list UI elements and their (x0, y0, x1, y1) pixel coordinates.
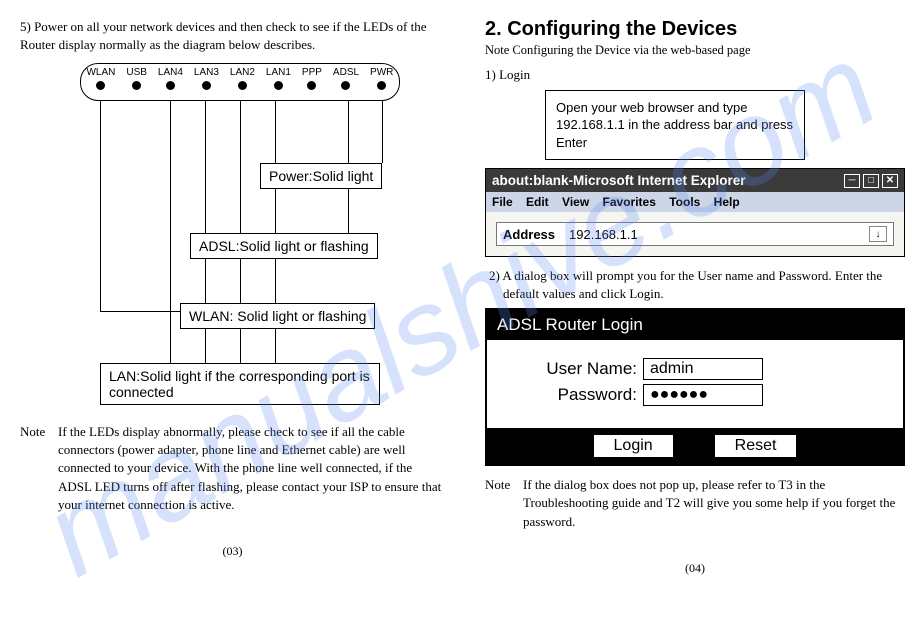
led-lan1: LAN1 (266, 67, 291, 90)
login-dialog: ADSL Router Login User Name: admin Passw… (485, 308, 905, 466)
led-pwr: PWR (370, 67, 393, 90)
led-lan3: LAN3 (194, 67, 219, 90)
note-text: If the LEDs display abnormally, please c… (58, 423, 445, 514)
browser-window: about:blank-Microsoft Internet Explorer … (485, 168, 905, 257)
led-wlan: WLAN (86, 67, 115, 90)
page-number-right: (04) (485, 561, 905, 576)
section-subnote: Note Configuring the Device via the web-… (485, 43, 905, 58)
login-title: ADSL Router Login (487, 310, 903, 340)
page-number-left: (03) (20, 544, 445, 559)
step-1-login: 1) Login (485, 66, 905, 84)
led-lan4: LAN4 (158, 67, 183, 90)
address-bar[interactable]: Address 192.168.1.1 ↓ (496, 222, 894, 246)
right-note: Note If the dialog box does not pop up, … (485, 476, 905, 531)
menu-view[interactable]: View (562, 195, 589, 209)
note-text: If the dialog box does not pop up, pleas… (523, 476, 905, 531)
reset-button[interactable]: Reset (714, 434, 798, 458)
section-heading: 2. Configuring the Devices (485, 18, 905, 41)
username-label: User Name: (507, 359, 637, 379)
close-icon[interactable]: ✕ (882, 174, 898, 188)
led-strip: WLAN USB LAN4 LAN3 LAN2 LAN1 PPP ADSL PW… (80, 63, 400, 101)
menu-file[interactable]: File (492, 195, 513, 209)
browser-title-text: about:blank-Microsoft Internet Explorer (492, 173, 746, 188)
callout-adsl: ADSL:Solid light or flashing (190, 233, 378, 259)
password-field[interactable]: ●●●●●● (643, 384, 763, 406)
led-diagram: WLAN USB LAN4 LAN3 LAN2 LAN1 PPP ADSL PW… (60, 63, 420, 403)
led-adsl: ADSL (333, 67, 359, 90)
maximize-icon[interactable]: □ (863, 174, 879, 188)
page-left: 5) Power on all your network devices and… (0, 0, 455, 619)
browser-menubar: File Edit View Favorites Tools Help (486, 192, 904, 212)
led-lan2: LAN2 (230, 67, 255, 90)
browser-address-area: Address 192.168.1.1 ↓ (486, 212, 904, 256)
callout-lan: LAN:Solid light if the corresponding por… (100, 363, 380, 405)
led-ppp: PPP (302, 67, 322, 90)
step-2-dialog: 2) A dialog box will prompt you for the … (499, 267, 905, 302)
go-icon[interactable]: ↓ (869, 226, 887, 242)
callout-wlan: WLAN: Solid light or flashing (180, 303, 375, 329)
address-value: 192.168.1.1 (569, 227, 638, 242)
password-label: Password: (507, 385, 637, 405)
instruction-box: Open your web browser and type 192.168.1… (545, 90, 805, 161)
note-label: Note (20, 423, 58, 514)
page-right: 2. Configuring the Devices Note Configur… (465, 0, 919, 619)
left-note: Note If the LEDs display abnormally, ple… (20, 423, 445, 514)
username-field[interactable]: admin (643, 358, 763, 380)
led-dot (96, 81, 105, 90)
address-label: Address (503, 227, 555, 242)
menu-favorites[interactable]: Favorites (603, 195, 656, 209)
led-usb: USB (126, 67, 147, 90)
menu-edit[interactable]: Edit (526, 195, 549, 209)
callout-power: Power:Solid light (260, 163, 382, 189)
login-button[interactable]: Login (593, 434, 674, 458)
browser-titlebar: about:blank-Microsoft Internet Explorer … (486, 169, 904, 192)
menu-help[interactable]: Help (714, 195, 740, 209)
note-label: Note (485, 476, 523, 531)
menu-tools[interactable]: Tools (669, 195, 700, 209)
minimize-icon[interactable]: ─ (844, 174, 860, 188)
step-5-text: 5) Power on all your network devices and… (20, 18, 445, 53)
